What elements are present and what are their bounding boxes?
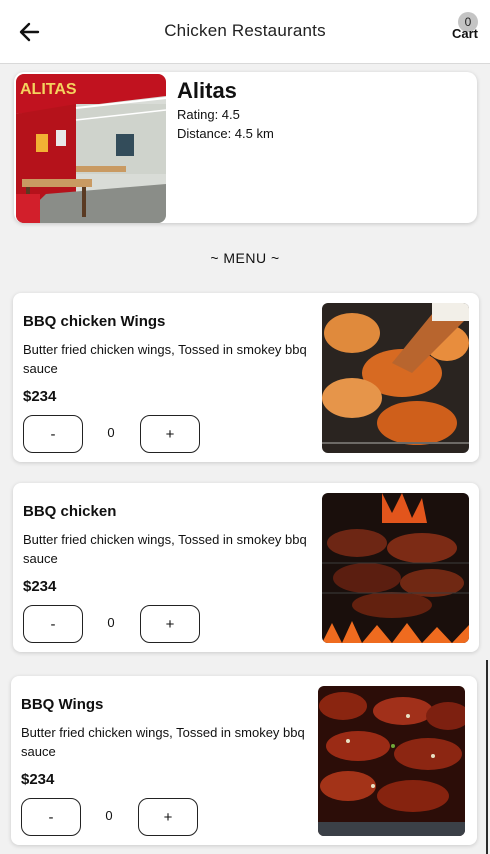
increase-quantity-button[interactable]: + [140, 415, 200, 453]
restaurant-distance: Distance: 4.5 km [177, 126, 274, 141]
menu-item-price: $234 [21, 771, 55, 788]
cart-button[interactable]: 0 Cart [448, 12, 478, 48]
decrease-quantity-button[interactable]: - [21, 798, 81, 836]
restaurant-name: Alitas [177, 78, 237, 103]
page-title: Chicken Restaurants [164, 21, 326, 40]
menu-item-name: BBQ chicken [23, 503, 117, 520]
decrease-quantity-button[interactable]: - [23, 415, 83, 453]
decrease-quantity-button[interactable]: - [23, 605, 83, 643]
menu-item-name: BBQ Wings [21, 696, 104, 713]
restaurant-card[interactable]: ALITAS Alitas Rating: 4.5 Distance: 4.5 … [14, 72, 477, 223]
increase-quantity-button[interactable]: + [140, 605, 200, 643]
menu-item-card: BBQ Wings Butter fried chicken wings, To… [11, 676, 477, 845]
menu-item-description: Butter fried chicken wings, Tossed in sm… [23, 342, 307, 376]
increase-quantity-button[interactable]: + [138, 798, 198, 836]
restaurant-image: ALITAS [16, 74, 166, 223]
menu-item-image [322, 303, 469, 453]
app-bar: Chicken Restaurants 0 Cart [0, 0, 490, 64]
svg-text:ALITAS: ALITAS [20, 81, 77, 98]
menu-heading: ~ MENU ~ [210, 250, 280, 266]
menu-item-image [322, 493, 469, 643]
menu-item-description: Butter fried chicken wings, Tossed in sm… [23, 532, 307, 566]
quantity-value: 0 [105, 808, 113, 823]
restaurant-rating: Rating: 4.5 [177, 107, 240, 122]
menu-item-description: Butter fried chicken wings, Tossed in sm… [21, 725, 305, 759]
quantity-value: 0 [107, 615, 115, 630]
menu-item-price: $234 [23, 578, 57, 595]
menu-item-image [318, 686, 465, 836]
cart-label: Cart [451, 26, 478, 41]
quantity-value: 0 [107, 425, 115, 440]
menu-item-price: $234 [23, 388, 57, 405]
menu-item-card: BBQ chicken Butter fried chicken wings, … [13, 483, 479, 652]
menu-item-name: BBQ chicken Wings [23, 313, 166, 330]
menu-item-card: BBQ chicken Wings Butter fried chicken w… [13, 293, 479, 462]
window-edge [486, 660, 488, 854]
